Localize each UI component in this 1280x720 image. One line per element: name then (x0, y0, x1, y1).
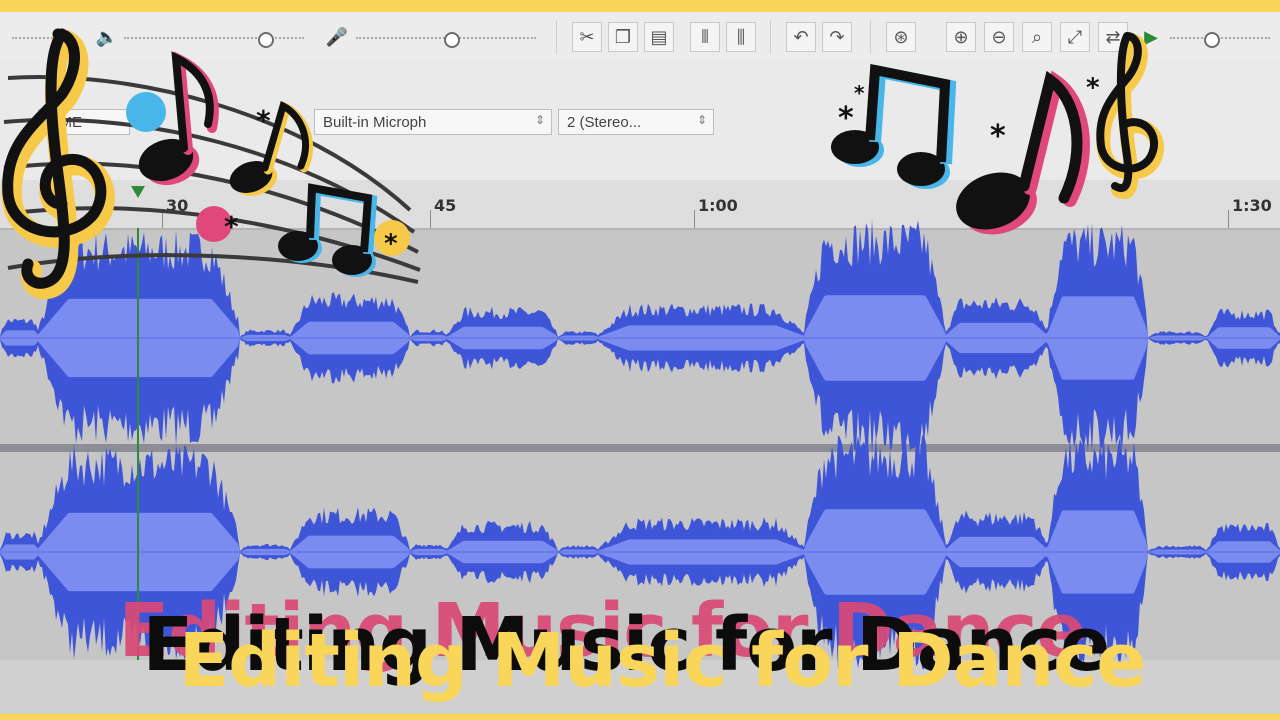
sparkle-icon: * (256, 104, 271, 137)
sparkle-icon: * (838, 101, 854, 136)
bottom-frame (0, 714, 1280, 720)
treble-clef-icon (1096, 32, 1165, 200)
sparkle-icon: * (224, 210, 239, 243)
music-note-icon (956, 70, 1090, 235)
accent-dot-blue (126, 92, 166, 132)
treble-clef-icon (1, 28, 115, 300)
sparkle-icon: * (1086, 73, 1100, 103)
sparkle-icon: * (384, 229, 398, 259)
sparkle-icon: * (854, 81, 865, 105)
video-title: Editing Music for Dance (178, 618, 1147, 704)
sparkle-icon: * (990, 119, 1006, 154)
